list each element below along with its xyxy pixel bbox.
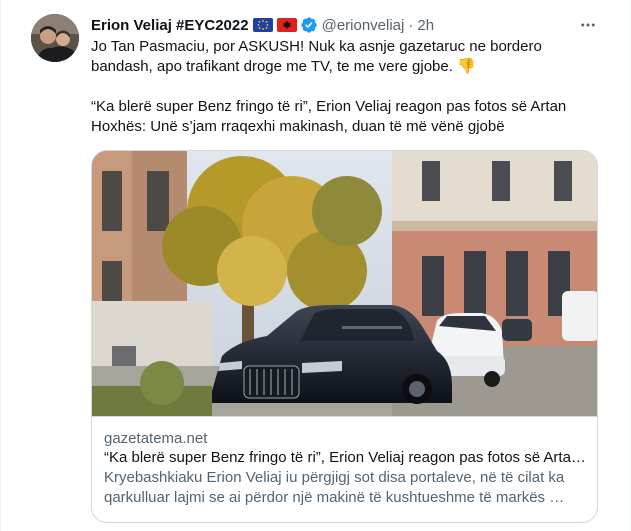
tweet-timestamp[interactable]: 2h (417, 17, 434, 34)
author-name[interactable]: Erion Veliaj #EYC2022 (91, 17, 249, 34)
card-domain: gazetatema.net (104, 430, 208, 447)
author-handle[interactable]: @erionveliaj (322, 17, 405, 34)
card-image (92, 151, 597, 416)
card-info: gazetatema.net “Ka blerë super Benz frin… (92, 416, 597, 522)
verified-badge-icon (300, 16, 318, 34)
avatar[interactable] (31, 14, 79, 62)
tweet-header: Erion Veliaj #EYC2022 @erionveliaj · 2h (91, 15, 434, 35)
tweet-container[interactable]: Erion Veliaj #EYC2022 @erionveliaj · 2h … (0, 0, 631, 531)
avatar-image (31, 14, 79, 62)
link-preview-card[interactable]: gazetatema.net “Ka blerë super Benz frin… (91, 150, 598, 523)
albania-flag-icon (276, 18, 297, 32)
separator-dot: · (408, 16, 414, 34)
card-title: “Ka blerë super Benz fringo të ri”, Erio… (104, 449, 586, 466)
card-description: Kryebashkiaku Erion Veliaj iu përgjigj s… (104, 469, 565, 506)
tweet-text: Jo Tan Pasmaciu, por ASKUSH! Nuk ka asnj… (91, 38, 567, 135)
eu-flag-icon (252, 18, 273, 32)
more-options-icon[interactable] (575, 12, 601, 38)
